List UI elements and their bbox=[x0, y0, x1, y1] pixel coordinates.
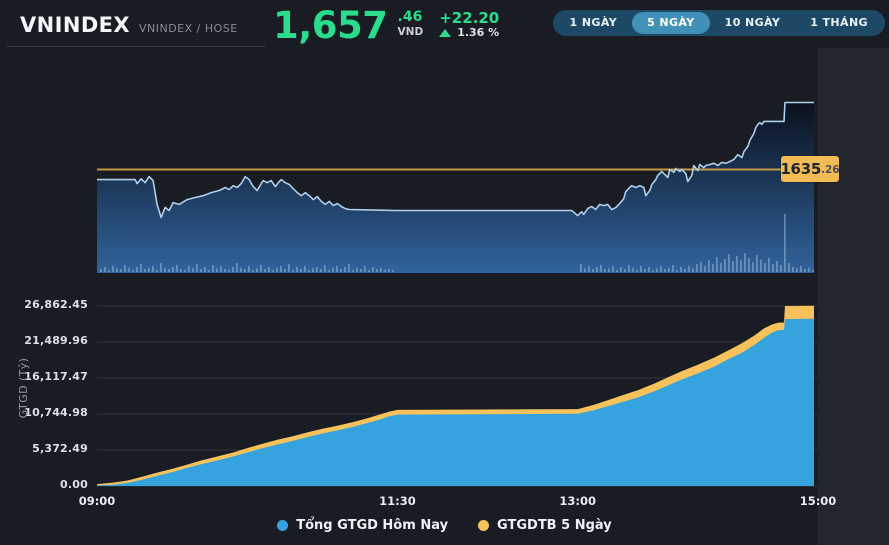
price-change: +22.20 bbox=[439, 9, 500, 27]
range-button-1[interactable]: 5 NGÀY bbox=[632, 12, 710, 34]
x-axis-label: 11:30 bbox=[379, 494, 416, 508]
symbol-subtitle: VNINDEX / HOSE bbox=[138, 22, 238, 35]
range-button-2[interactable]: 10 NGÀY bbox=[710, 12, 796, 34]
price-change-percent: 1.36 % bbox=[457, 26, 500, 39]
price-value: 1,657 bbox=[273, 4, 388, 47]
price-area-fill bbox=[97, 102, 814, 273]
range-button-group: 1 NGÀY 5 NGÀY 10 NGÀY 1 THÁNG bbox=[552, 10, 885, 36]
y-axis-label: 26,862.45 bbox=[24, 298, 88, 311]
vnindex-chart-widget: VNINDEX VNINDEX / HOSE 1,657 .46 VND +22… bbox=[0, 0, 889, 545]
reference-price-value: 1635 bbox=[780, 160, 821, 178]
chart-legend: Tổng GTGD Hôm Nay GTGDTB 5 Ngày bbox=[0, 518, 889, 533]
range-button-0[interactable]: 1 NGÀY bbox=[555, 12, 633, 34]
volume-axis-title: GTGD (Tỷ) bbox=[17, 357, 30, 419]
trading-value-chart[interactable] bbox=[97, 300, 818, 490]
legend-label: GTGDTB 5 Ngày bbox=[497, 518, 612, 533]
price-decimal-unit: .46 VND bbox=[398, 10, 424, 39]
y-axis-label: 16,117.47 bbox=[24, 370, 88, 383]
legend-dot-icon bbox=[478, 520, 490, 531]
x-axis-label: 13:00 bbox=[559, 494, 596, 508]
title-divider bbox=[7, 46, 265, 47]
legend-label: Tổng GTGD Hôm Nay bbox=[296, 518, 449, 533]
x-axis-label: 15:00 bbox=[799, 494, 837, 508]
y-axis-label: 5,372.49 bbox=[32, 442, 88, 455]
price-decimal: .46 bbox=[397, 9, 423, 25]
currency-label: VND bbox=[397, 26, 424, 38]
legend-item[interactable]: Tổng GTGD Hôm Nay bbox=[277, 518, 448, 533]
header: VNINDEX VNINDEX / HOSE bbox=[20, 13, 238, 37]
reference-price-badge: 1635.26 bbox=[780, 156, 840, 182]
x-axis-label: 09:00 bbox=[78, 494, 116, 508]
right-margin-panel bbox=[818, 48, 889, 545]
legend-dot-icon bbox=[277, 520, 289, 531]
price-change-block: +22.20 1.36 % bbox=[439, 10, 499, 40]
up-triangle-icon bbox=[439, 29, 452, 37]
symbol-title: VNINDEX bbox=[20, 13, 130, 37]
price-chart[interactable] bbox=[97, 60, 818, 273]
y-axis-label: 21,489.96 bbox=[24, 334, 88, 347]
y-axis-label: 10,744.98 bbox=[24, 406, 88, 419]
range-button-3[interactable]: 1 THÁNG bbox=[795, 12, 883, 34]
y-axis-label: 0.00 bbox=[60, 478, 88, 491]
reference-price-decimal: .26 bbox=[820, 164, 840, 176]
legend-item[interactable]: GTGDTB 5 Ngày bbox=[478, 518, 612, 533]
price-block: 1,657 .46 VND +22.20 1.36 % bbox=[273, 4, 499, 47]
